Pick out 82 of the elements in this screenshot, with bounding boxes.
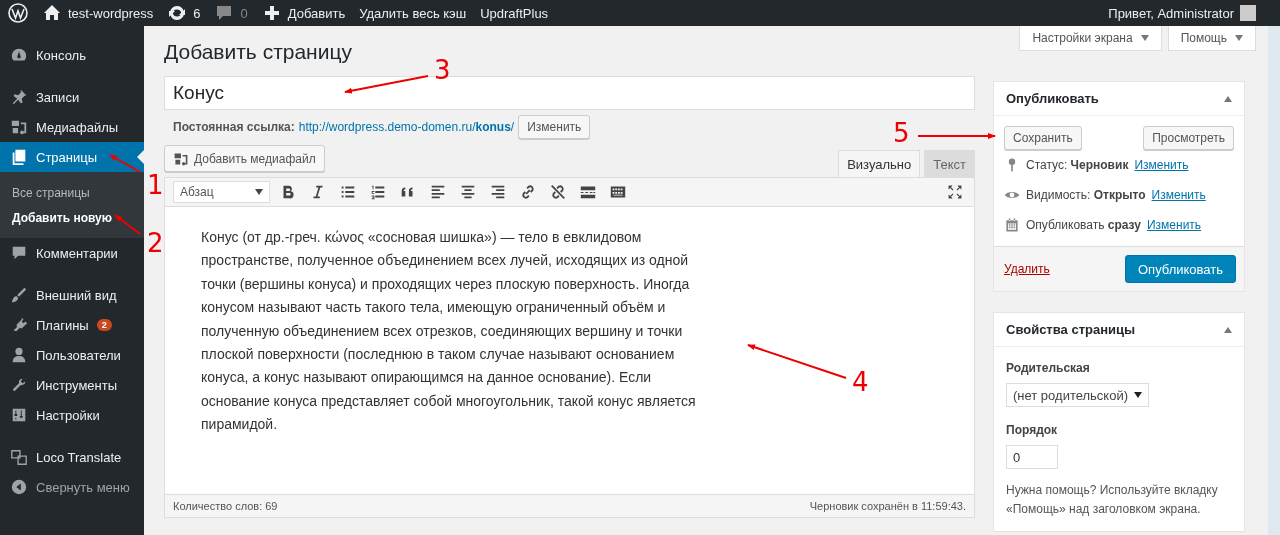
sidebar-menu-item[interactable]: Внешний вид	[0, 280, 144, 310]
scrollbar[interactable]	[1268, 26, 1280, 535]
editor-tab[interactable]: Визуально	[838, 150, 921, 177]
admin-bar-link[interactable]: 0	[240, 5, 248, 21]
screen-tab-button[interactable]: Помощь	[1167, 26, 1256, 51]
sidebar-menu-item[interactable]: Консоль	[0, 40, 144, 70]
count-badge: 2	[96, 319, 112, 331]
sidebar-menu-item[interactable]: Страницы	[0, 142, 144, 172]
home-icon	[42, 3, 62, 23]
page-title: Добавить страницу	[164, 40, 353, 65]
edit-link[interactable]: Изменить	[1134, 158, 1189, 172]
pin-icon	[10, 88, 28, 106]
panel-title: Свойства страницы	[1006, 322, 1136, 337]
sidebar-menu-item[interactable]: Записи	[0, 82, 144, 112]
publish-setting-text: Опубликовать сразу	[1026, 218, 1141, 232]
save-draft-button[interactable]: Сохранить	[1004, 126, 1082, 150]
permalink-link[interactable]: http://wordpress.demo-domen.ru/konus/	[298, 120, 515, 134]
parent-select[interactable]: (нет родительской)	[1006, 383, 1149, 407]
fullscreen-icon[interactable]	[947, 184, 963, 200]
field-label: Родительская	[1006, 361, 1091, 375]
sidebar-menu-item[interactable]: Плагины 2	[0, 310, 144, 340]
collapse-icon	[10, 478, 28, 496]
order-field[interactable]: 0	[1006, 445, 1058, 469]
admin-bar-link[interactable]: Удалить весь кэш	[359, 5, 467, 21]
submenu-item[interactable]: Все страницы	[0, 180, 144, 205]
link-icon[interactable]	[519, 183, 537, 201]
permalink-label: Постоянная ссылка:	[173, 120, 295, 134]
sidebar-menu-item[interactable]: Свернуть меню	[0, 472, 144, 502]
translate-icon	[10, 448, 28, 466]
sliders-icon	[10, 406, 28, 424]
annotation-number: 1	[147, 170, 164, 200]
greeting-link[interactable]: Привет, Administrator	[1108, 5, 1234, 21]
annotation-number: 4	[852, 367, 869, 397]
delete-link[interactable]: Удалить	[1004, 262, 1050, 276]
annotation-arrow	[114, 214, 141, 235]
admin-bar-link[interactable]: test-wordpress	[68, 5, 154, 21]
user-icon	[10, 346, 28, 364]
submenu-item[interactable]: Добавить новую	[0, 205, 144, 230]
publish-setting-text: Статус: Черновик	[1026, 158, 1129, 172]
unlink-icon[interactable]	[549, 183, 567, 201]
admin-bar-link[interactable]: UpdraftPlus	[480, 5, 549, 21]
annotation-number: 5	[893, 118, 910, 148]
sidebar-menu-item[interactable]: Инструменты	[0, 370, 144, 400]
sidebar-menu-item[interactable]: Медиафайлы	[0, 112, 144, 142]
collapse-toggle-icon[interactable]	[1224, 326, 1232, 333]
editor-tab[interactable]: Текст	[924, 150, 975, 177]
sidebar-menu-item[interactable]: Пользователи	[0, 340, 144, 370]
screen-tab-button[interactable]: Настройки экрана	[1019, 26, 1162, 51]
word-count: Количество слов: 69	[173, 500, 278, 512]
annotation-arrow	[109, 154, 141, 173]
autosave-status: Черновик сохранён в 11:59:43.	[809, 500, 966, 512]
edit-permalink-button[interactable]: Изменить	[518, 115, 591, 139]
collapse-toggle-icon[interactable]	[1224, 95, 1232, 102]
format-select[interactable]: Абзац	[173, 181, 270, 203]
calendar-icon	[1004, 217, 1020, 233]
media-icon	[173, 150, 189, 167]
align-left-icon[interactable]	[429, 183, 447, 201]
field-label: Порядок	[1006, 423, 1059, 437]
admin-bar-link[interactable]: 6	[193, 5, 201, 21]
pages-icon	[10, 148, 28, 166]
align-center-icon[interactable]	[459, 183, 477, 201]
sidebar-menu-item[interactable]: Настройки	[0, 400, 144, 430]
sidebar-menu-item[interactable]: Комментарии	[0, 238, 144, 268]
annotation-number: 2	[147, 228, 164, 258]
brush-icon	[10, 286, 28, 304]
edit-link[interactable]: Изменить	[1151, 188, 1206, 202]
panel-title: Опубликовать	[1006, 91, 1099, 106]
editor-content-text: Конус (от др.-греч. κώνος «сосновая шишка») — тело в евклидовом пространстве, полученное объединением всех лучей, исходящих из одной точки (вершины конуса) и проходящих через плоскую поверхность. Иногда конусом называют часть такого тела, имеющую ограниченный объём и полученную объединением всех отрезков, соединяющих вершину и точки плоской поверхности (последнюю в таком случае называют основанием конуса, а конус называют опирающимся на данное основание). Если основание конуса представляет собой многоугольник, такой конус является пирамидой.	[201, 228, 697, 435]
preview-button[interactable]: Просмотреть	[1143, 126, 1234, 150]
refresh-icon	[167, 3, 188, 23]
align-right-icon[interactable]	[489, 183, 507, 201]
media-icon	[10, 118, 28, 136]
numbered-list-icon[interactable]	[369, 183, 387, 201]
help-text: Нужна помощь? Используйте вкладку «Помощь» над заголовком экрана.	[1006, 482, 1219, 518]
admin-bar-link[interactable]: Добавить	[287, 5, 346, 21]
edit-link[interactable]: Изменить	[1146, 218, 1202, 232]
wordpress-logo-icon[interactable]	[8, 3, 28, 23]
sidebar-menu-item[interactable]: Loco Translate	[0, 442, 144, 472]
wrench-icon	[10, 376, 28, 394]
publish-button[interactable]: Опубликовать	[1125, 255, 1236, 283]
add-media-button[interactable]: Добавить медиафайл	[164, 145, 325, 172]
publish-setting-text: Видимость: Открыто	[1026, 188, 1146, 202]
